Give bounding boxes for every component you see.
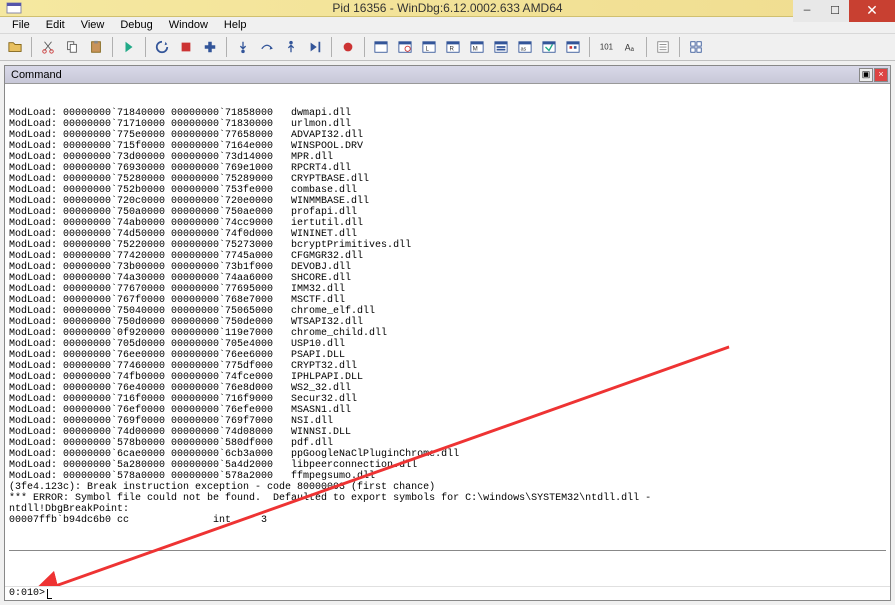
font-icon[interactable]: Aₐ — [619, 36, 641, 58]
cursor-icon — [47, 589, 52, 599]
break-icon[interactable] — [199, 36, 221, 58]
disassembly-window-icon[interactable]: as — [514, 36, 536, 58]
window-title: Pid 16356 - WinDbg:6.12.0002.633 AMD64 — [332, 1, 562, 15]
cut-icon[interactable] — [37, 36, 59, 58]
callstack-window-icon[interactable] — [490, 36, 512, 58]
close-button[interactable]: ✕ — [849, 0, 895, 22]
toolbar-separator — [646, 37, 647, 57]
title-bar: Pid 16356 - WinDbg:6.12.0002.633 AMD64 —… — [0, 0, 895, 17]
menu-window[interactable]: Window — [161, 17, 216, 33]
menu-view[interactable]: View — [73, 17, 113, 33]
dock-button[interactable]: ▣ — [859, 68, 873, 82]
menu-debug[interactable]: Debug — [112, 17, 160, 33]
go-icon[interactable] — [118, 36, 140, 58]
workspace: Command ▣ × ModLoad: 00000000`71840000 0… — [0, 61, 895, 605]
svg-text:101: 101 — [600, 43, 613, 52]
stop-icon[interactable] — [175, 36, 197, 58]
scratchpad-window-icon[interactable] — [538, 36, 560, 58]
maximize-button[interactable]: ☐ — [821, 0, 849, 22]
toolbar: L R M as 101 Aₐ — [0, 34, 895, 61]
toolbar-separator — [226, 37, 227, 57]
svg-text:as: as — [521, 47, 527, 53]
open-icon[interactable] — [4, 36, 26, 58]
toolbar-separator — [112, 37, 113, 57]
minimize-button[interactable]: — — [793, 0, 821, 22]
menu-bar: File Edit View Debug Window Help — [0, 17, 895, 34]
svg-text:Aₐ: Aₐ — [625, 43, 635, 53]
app-icon — [6, 0, 22, 16]
locals-window-icon[interactable]: L — [418, 36, 440, 58]
output-separator — [9, 550, 886, 551]
svg-text:M: M — [473, 46, 478, 53]
toolbar-separator — [364, 37, 365, 57]
menu-edit[interactable]: Edit — [38, 17, 73, 33]
menu-help[interactable]: Help — [216, 17, 255, 33]
command-window: Command ▣ × ModLoad: 00000000`71840000 0… — [4, 65, 891, 601]
processes-window-icon[interactable] — [562, 36, 584, 58]
window-list-icon[interactable] — [685, 36, 707, 58]
source-mode-icon[interactable]: 101 — [595, 36, 617, 58]
toolbar-separator — [31, 37, 32, 57]
toolbar-separator — [145, 37, 146, 57]
panel-close-button[interactable]: × — [874, 68, 888, 82]
window-controls: — ☐ ✕ — [793, 0, 895, 22]
paste-icon[interactable] — [85, 36, 107, 58]
step-out-icon[interactable] — [280, 36, 302, 58]
restart-icon[interactable] — [151, 36, 173, 58]
registers-window-icon[interactable]: R — [442, 36, 464, 58]
breakpoint-icon[interactable] — [337, 36, 359, 58]
toolbar-separator — [589, 37, 590, 57]
copy-icon[interactable] — [61, 36, 83, 58]
toolbar-separator — [331, 37, 332, 57]
command-window-titlebar[interactable]: Command ▣ × — [5, 66, 890, 84]
step-into-icon[interactable] — [232, 36, 254, 58]
command-output[interactable]: ModLoad: 00000000`71840000 00000000`7185… — [5, 84, 890, 586]
svg-text:L: L — [426, 46, 430, 53]
command-prompt: 0:010> — [9, 588, 45, 599]
watch-window-icon[interactable] — [394, 36, 416, 58]
log-text: ModLoad: 00000000`71840000 00000000`7185… — [9, 108, 886, 526]
options-icon[interactable] — [652, 36, 674, 58]
run-to-cursor-icon[interactable] — [304, 36, 326, 58]
command-window-title: Command — [11, 69, 62, 81]
memory-window-icon[interactable]: M — [466, 36, 488, 58]
command-input-line[interactable]: 0:010> — [5, 586, 890, 600]
toolbar-separator — [679, 37, 680, 57]
menu-file[interactable]: File — [4, 17, 38, 33]
step-over-icon[interactable] — [256, 36, 278, 58]
command-window-icon[interactable] — [370, 36, 392, 58]
svg-text:R: R — [450, 46, 455, 53]
